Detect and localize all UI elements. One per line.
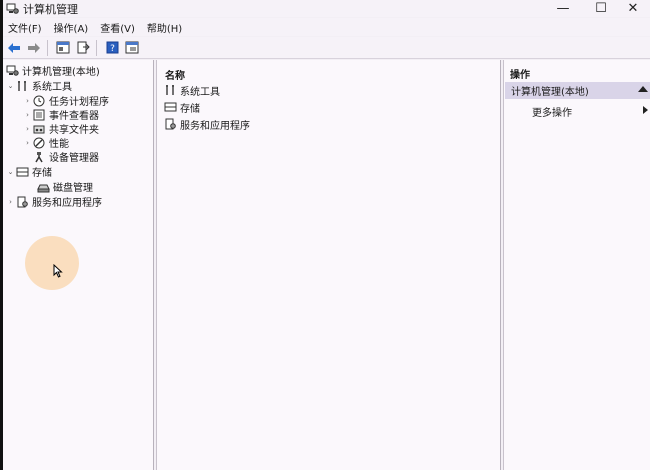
back-arrow-icon[interactable]: [5, 39, 23, 57]
actions-section-label: 计算机管理(本地): [511, 87, 589, 98]
device-manager-icon: [32, 150, 46, 163]
tree-label: 事件查看器: [49, 111, 99, 122]
title-bar: 计算机管理 — ☐ ✕: [3, 0, 650, 17]
list-item-label: 系统工具: [180, 86, 220, 98]
mouse-cursor-icon: [53, 263, 63, 281]
disk-icon: [36, 180, 50, 193]
event-log-icon: [32, 108, 46, 121]
tree-item-services-apps[interactable]: › 服务和应用程序: [6, 194, 102, 209]
services-icon: [163, 118, 177, 131]
computer-management-icon: [5, 2, 19, 16]
toolbar-separator: [96, 39, 97, 56]
maximize-button[interactable]: ☐: [583, 0, 619, 17]
chevron-down-icon[interactable]: ⌄: [6, 82, 15, 90]
tree-label: 设备管理器: [49, 153, 99, 164]
window-title: 计算机管理: [23, 2, 78, 16]
list-item-label: 存储: [180, 103, 200, 115]
tree-item-performance[interactable]: › 性能: [23, 135, 69, 150]
menu-view[interactable]: 查看(V): [94, 20, 141, 35]
tree-item-storage[interactable]: ⌄ 存储: [6, 164, 52, 179]
storage-icon: [15, 165, 29, 178]
list-item-label: 服务和应用程序: [180, 120, 250, 132]
help-icon[interactable]: ?: [103, 39, 121, 57]
list-item[interactable]: 系统工具: [163, 82, 220, 98]
shared-folder-icon: [32, 122, 46, 135]
menu-file[interactable]: 文件(F): [3, 20, 48, 35]
tree-item-disk-management[interactable]: 磁盘管理: [36, 179, 93, 194]
tools-icon: [163, 84, 177, 97]
actions-pane: 操作 计算机管理(本地) 更多操作: [503, 60, 650, 470]
list-item[interactable]: 存储: [163, 99, 200, 115]
tree-label: 服务和应用程序: [32, 198, 102, 209]
export-icon[interactable]: [74, 39, 92, 57]
tree-item-system-tools[interactable]: ⌄ 系统工具: [6, 78, 72, 93]
toolbar-separator: [47, 39, 48, 56]
more-actions-link[interactable]: 更多操作: [532, 104, 572, 119]
clock-icon: [32, 94, 46, 107]
menu-bar: 文件(F) 操作(A) 查看(V) 帮助(H): [3, 18, 650, 36]
chevron-right-icon[interactable]: ›: [23, 111, 32, 119]
toolbar: ?: [3, 37, 650, 59]
tree-pane: 计算机管理(本地) ⌄ 系统工具 › 任务计划程序 › 事件查看器 › 共享文件…: [3, 60, 154, 470]
column-header-name[interactable]: 名称: [165, 67, 185, 82]
computer-management-icon: [5, 64, 19, 77]
forward-arrow-icon[interactable]: [25, 39, 43, 57]
actions-section-header[interactable]: 计算机管理(本地): [505, 82, 650, 99]
chevron-right-icon[interactable]: ›: [23, 97, 32, 105]
chevron-right-icon[interactable]: ›: [6, 198, 15, 206]
console-icon[interactable]: [54, 39, 72, 57]
menu-help[interactable]: 帮助(H): [141, 20, 188, 35]
menu-action[interactable]: 操作(A): [48, 20, 95, 35]
chevron-right-icon[interactable]: [643, 106, 648, 114]
storage-icon: [163, 101, 177, 114]
tree-item-task-scheduler[interactable]: › 任务计划程序: [23, 93, 109, 108]
tree-item-root[interactable]: 计算机管理(本地): [5, 63, 100, 78]
tree-label: 存储: [32, 168, 52, 179]
actions-header: 操作: [510, 70, 530, 81]
tools-icon: [15, 79, 29, 92]
minimize-button[interactable]: —: [545, 0, 581, 17]
chevron-right-icon[interactable]: ›: [23, 139, 32, 147]
tree-item-event-viewer[interactable]: › 事件查看器: [23, 107, 99, 122]
chevron-down-icon[interactable]: ⌄: [6, 168, 15, 176]
performance-icon: [32, 136, 46, 149]
list-item[interactable]: 服务和应用程序: [163, 116, 250, 132]
tree-label: 计算机管理(本地): [22, 67, 100, 78]
click-highlight: [25, 236, 79, 290]
tree-item-shared-folders[interactable]: › 共享文件夹: [23, 121, 99, 137]
chevron-right-icon[interactable]: ›: [23, 125, 32, 133]
tree-label: 系统工具: [32, 82, 72, 93]
tree-label: 性能: [49, 139, 69, 150]
content-pane: 名称 系统工具 存储 服务和应用程序: [156, 60, 501, 470]
services-icon: [15, 195, 29, 208]
tree-label: 共享文件夹: [49, 125, 99, 136]
tree-label: 磁盘管理: [53, 183, 93, 194]
tree-item-device-manager[interactable]: 设备管理器: [32, 149, 99, 164]
svg-text:?: ?: [110, 44, 115, 54]
tree-label: 任务计划程序: [49, 97, 109, 108]
properties-icon[interactable]: [123, 39, 141, 57]
collapse-up-icon[interactable]: [638, 86, 648, 92]
close-button[interactable]: ✕: [615, 0, 650, 17]
